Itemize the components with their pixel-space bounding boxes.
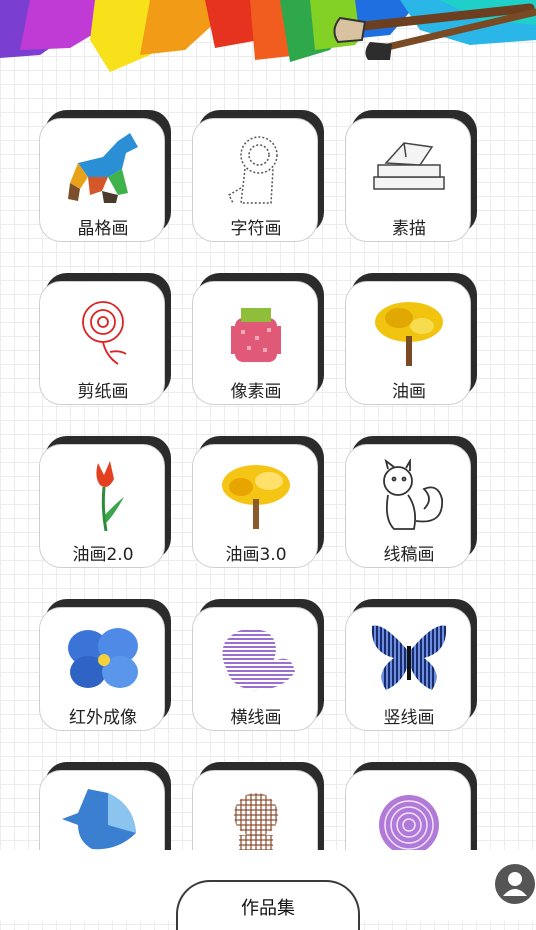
card-face: 像素画: [192, 281, 318, 405]
striped-bird-icon: [222, 628, 295, 691]
card-face: 油画3.0: [192, 444, 318, 568]
art-style-grid: 晶格画 字符画 素描 剪纸画 像素画 油画 油画2.0 油画3.0 线稿画 红外…: [0, 0, 536, 850]
card-label: 像素画: [230, 382, 282, 402]
style-card-oil2[interactable]: 油画2.0: [39, 436, 171, 568]
style-card-sketch[interactable]: 素描: [345, 110, 477, 242]
paper-cut-flower-icon: [82, 301, 127, 365]
card-label: 横线画: [230, 708, 282, 728]
card-face: 油画2.0: [39, 444, 165, 568]
card-label: 油画2.0: [72, 545, 134, 565]
card-label: 晶格画: [77, 219, 129, 239]
card-face: [39, 770, 165, 850]
style-card-ascii[interactable]: 字符画: [192, 110, 324, 242]
dotted-fish-icon: [62, 789, 136, 850]
card-face: 油画: [345, 281, 471, 405]
card-face: 素描: [345, 118, 471, 242]
tulip-icon: [96, 461, 124, 531]
card-face: 晶格画: [39, 118, 165, 242]
sketch-books-icon: [373, 142, 445, 190]
grid-figure-icon: [234, 793, 278, 850]
card-label: 红外成像: [69, 708, 137, 728]
card-label: 竖线画: [383, 708, 435, 728]
style-card-infrared[interactable]: 红外成像: [39, 599, 171, 731]
style-card-pixel[interactable]: 像素画: [192, 273, 324, 405]
style-card-spiral[interactable]: [345, 762, 477, 850]
card-label: 剪纸画: [77, 382, 129, 402]
works-tab[interactable]: 作品集: [176, 880, 360, 930]
style-card-grid[interactable]: [192, 762, 324, 850]
style-card-dotted[interactable]: [39, 762, 171, 850]
spiral-circle-icon: [379, 795, 439, 850]
profile-button[interactable]: [495, 864, 535, 904]
card-face: 线稿画: [345, 444, 471, 568]
card-face: 字符画: [192, 118, 318, 242]
card-face: 竖线画: [345, 607, 471, 731]
card-face: 红外成像: [39, 607, 165, 731]
striped-butterfly-icon: [371, 625, 447, 690]
card-label: 线稿画: [383, 545, 435, 565]
line-squirrel-icon: [383, 459, 443, 530]
card-label: 素描: [392, 219, 426, 239]
style-card-oil3[interactable]: 油画3.0: [192, 436, 324, 568]
polygon-horse-icon: [68, 133, 138, 203]
works-label: 作品集: [241, 898, 295, 919]
card-face: [192, 770, 318, 850]
style-card-vline[interactable]: 竖线画: [345, 599, 477, 731]
golden-tree-icon: [222, 465, 290, 529]
style-card-papercut[interactable]: 剪纸画: [39, 273, 171, 405]
style-card-oil[interactable]: 油画: [345, 273, 477, 405]
card-face: 剪纸画: [39, 281, 165, 405]
card-label: 油画3.0: [225, 545, 287, 565]
style-card-lineart[interactable]: 线稿画: [345, 436, 477, 568]
style-card-crystal[interactable]: 晶格画: [39, 110, 171, 242]
card-label: 字符画: [230, 219, 282, 239]
card-label: 油画: [392, 382, 426, 402]
pixel-strawberry-icon: [231, 308, 281, 362]
card-face: [345, 770, 471, 850]
ascii-lion-icon: [228, 136, 278, 204]
oil-tree-icon: [375, 302, 443, 366]
style-card-hline[interactable]: 横线画: [192, 599, 324, 731]
blue-flower-icon: [68, 628, 138, 688]
card-face: 横线画: [192, 607, 318, 731]
user-icon: [503, 872, 527, 896]
